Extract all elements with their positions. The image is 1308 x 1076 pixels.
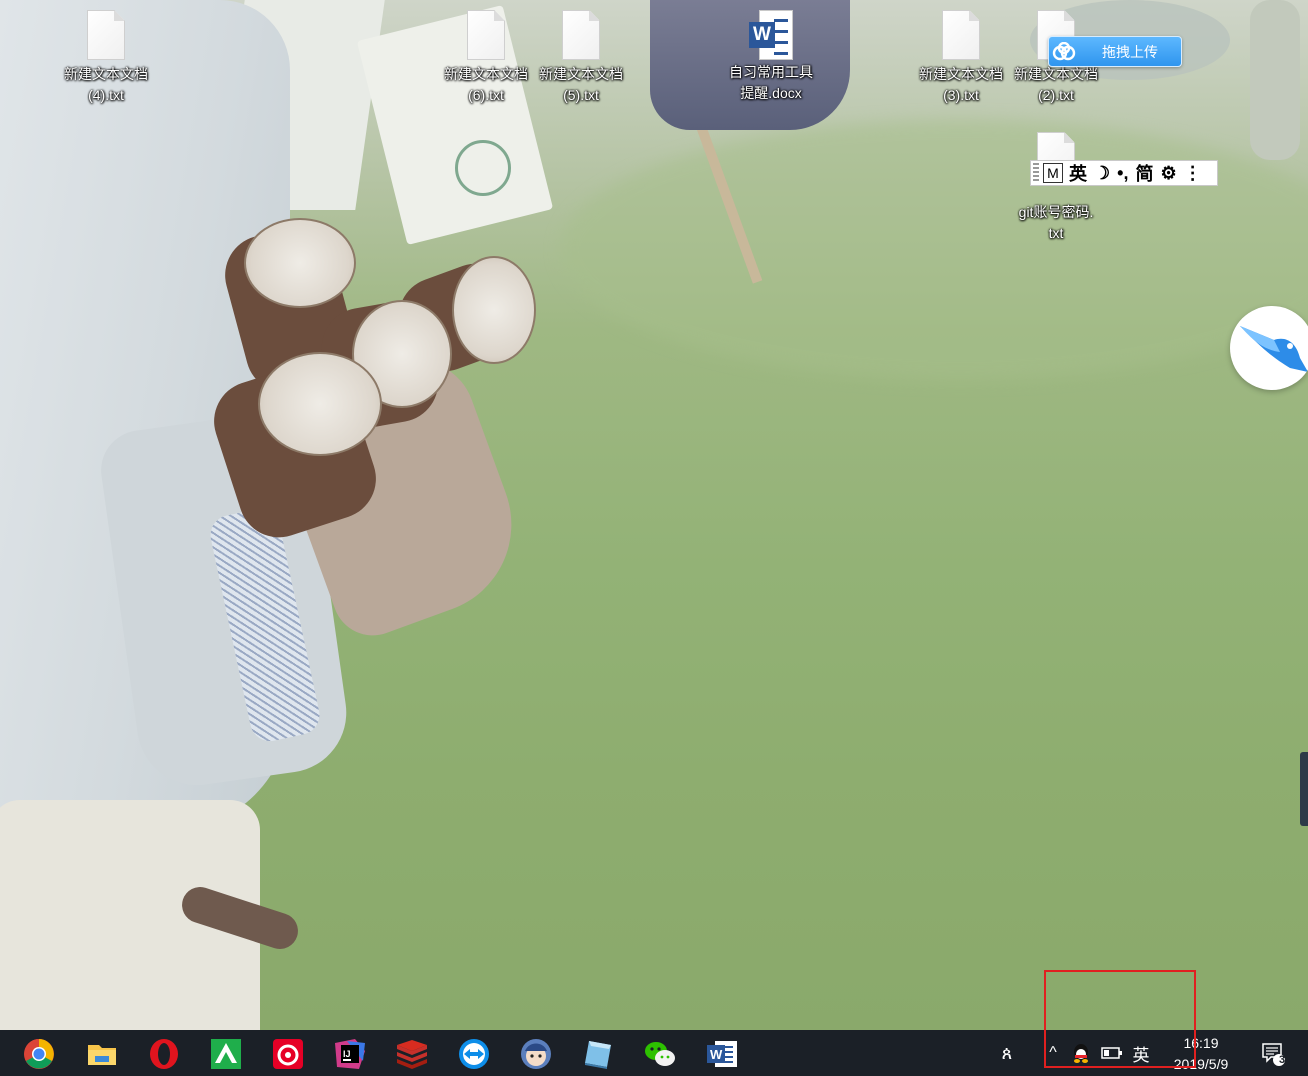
intellij-idea-icon[interactable]: IJ bbox=[333, 1037, 367, 1071]
floating-bird-widget-icon[interactable] bbox=[1230, 306, 1308, 390]
desktop-icon-txt-3[interactable]: 新建文本文档 (3).txt bbox=[911, 0, 1011, 106]
netease-music-icon[interactable] bbox=[271, 1037, 305, 1071]
desktop-icon-label: 新建文本文档 (6).txt bbox=[444, 66, 528, 103]
baidu-upload-label: 拖拽上传 bbox=[1102, 43, 1158, 60]
chrome-icon[interactable] bbox=[22, 1037, 56, 1071]
baidu-drag-upload-button[interactable]: 拖拽上传 bbox=[1048, 36, 1182, 67]
green-app-icon[interactable] bbox=[209, 1037, 243, 1071]
wallpaper-log-end bbox=[452, 256, 536, 364]
blue-app-icon[interactable] bbox=[581, 1037, 615, 1071]
ime-half-width-icon[interactable]: ☽ bbox=[1094, 163, 1110, 184]
wallpaper-log-end bbox=[244, 218, 356, 308]
word-document-icon: W bbox=[749, 10, 793, 60]
svg-text:IJ: IJ bbox=[343, 1049, 351, 1059]
desktop-icon-label: 新建文本文档 (5).txt bbox=[539, 66, 623, 103]
ime-language-toggle[interactable]: 英 bbox=[1069, 160, 1087, 186]
file-explorer-icon[interactable] bbox=[85, 1037, 119, 1071]
ime-drag-handle[interactable] bbox=[1033, 163, 1039, 183]
desktop-icon-label: git账号密码. txt bbox=[1018, 204, 1094, 241]
desktop-icon-label: 新建文本文档 (2).txt bbox=[1014, 66, 1098, 103]
edge-dock-handle[interactable] bbox=[1300, 752, 1308, 826]
ime-settings-gear-icon[interactable]: ⚙ bbox=[1160, 163, 1176, 184]
highlight-annotation-box bbox=[1044, 970, 1196, 1068]
desktop-icon-label: 新建文本文档 (4).txt bbox=[64, 66, 148, 103]
ime-more-icon[interactable]: ⋮ bbox=[1184, 163, 1202, 184]
desktop-icon-txt-4[interactable]: 新建文本文档 (4).txt bbox=[56, 0, 156, 106]
text-file-icon bbox=[467, 10, 505, 60]
ime-simplified-toggle[interactable]: 简 bbox=[1135, 160, 1153, 186]
notification-count-badge: 3 bbox=[1278, 1054, 1286, 1066]
opera-icon[interactable] bbox=[147, 1037, 181, 1071]
text-file-icon bbox=[87, 10, 125, 60]
baidu-cloud-icon bbox=[1049, 37, 1079, 66]
desktop-icon-txt-5[interactable]: 新建文本文档 (5).txt bbox=[531, 0, 631, 106]
action-center-button[interactable]: 3 bbox=[1256, 1030, 1290, 1076]
teamviewer-icon[interactable] bbox=[457, 1037, 491, 1071]
text-file-icon bbox=[562, 10, 600, 60]
redis-desktop-icon[interactable] bbox=[395, 1037, 429, 1071]
desktop-icon-label: 新建文本文档 (3).txt bbox=[919, 66, 1003, 103]
desktop-wallpaper bbox=[0, 0, 1308, 1030]
people-icon[interactable]: ጰ bbox=[990, 1030, 1024, 1076]
text-file-icon bbox=[942, 10, 980, 60]
ime-punctuation-icon[interactable]: •, bbox=[1117, 163, 1128, 184]
avatar-app-icon[interactable] bbox=[519, 1037, 553, 1071]
wechat-icon[interactable] bbox=[643, 1037, 677, 1071]
desktop-icon-label: 自习常用工具 提醒.docx bbox=[729, 64, 813, 101]
desktop-icon-txt-6[interactable]: 新建文本文档 (6).txt bbox=[436, 0, 536, 106]
word-icon[interactable]: W bbox=[705, 1037, 739, 1071]
svg-text:W: W bbox=[710, 1047, 723, 1062]
wallpaper-sign-logo bbox=[455, 140, 511, 196]
ime-menu-button[interactable]: M bbox=[1043, 163, 1063, 183]
ime-status-bar[interactable]: M 英 ☽ •, 简 ⚙ ⋮ bbox=[1030, 160, 1218, 186]
wallpaper-log-end bbox=[258, 352, 382, 456]
desktop-icon-docx[interactable]: W 自习常用工具 提醒.docx bbox=[721, 0, 821, 104]
